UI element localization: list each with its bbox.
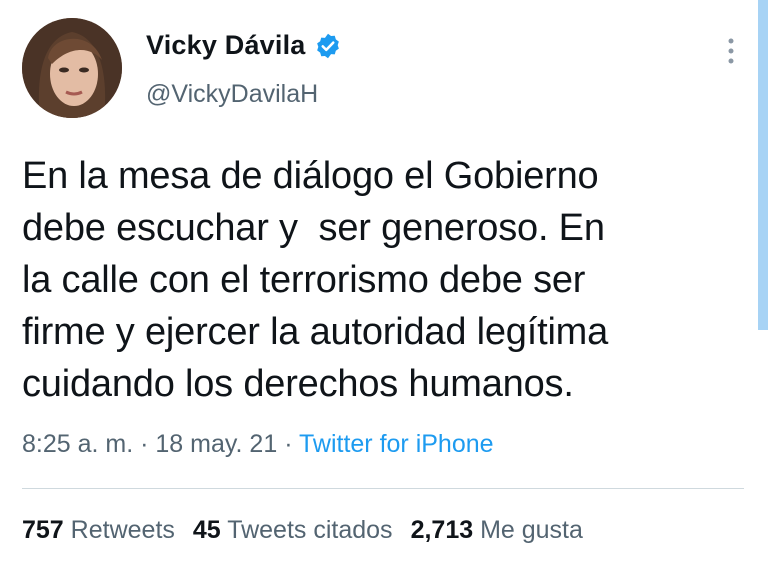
avatar[interactable] — [22, 18, 122, 118]
tweet-meta: 8:25 a. m. · 18 may. 21 · Twitter for iP… — [22, 430, 494, 459]
retweets-stat[interactable]: 757 Retweets — [22, 516, 175, 544]
likes-label: Me gusta — [480, 516, 583, 544]
quotes-count: 45 — [192, 516, 221, 544]
author-handle[interactable]: @VickyDavilaH — [146, 80, 318, 109]
author-name-row: Vicky Dávila — [146, 30, 342, 61]
retweets-count: 757 — [22, 516, 64, 544]
scrollbar[interactable] — [758, 0, 768, 330]
meta-separator: · — [140, 430, 149, 458]
more-options-icon[interactable] — [722, 36, 740, 66]
meta-separator: · — [284, 430, 293, 458]
tweet-card: Vicky Dávila @VickyDavilaH En la mesa de… — [0, 0, 768, 570]
tweet-time[interactable]: 8:25 a. m. — [22, 430, 133, 458]
likes-count: 2,713 — [410, 516, 474, 544]
verified-badge-icon — [314, 32, 342, 60]
tweet-source-link[interactable]: Twitter for iPhone — [299, 430, 494, 458]
divider — [22, 488, 744, 489]
tweet-stats: 757 Retweets 45 Tweets citados 2,713 Me gu… — [22, 516, 583, 545]
avatar-portrait-icon — [22, 18, 122, 118]
quotes-label: Tweets citados — [227, 516, 393, 544]
retweets-label: Retweets — [70, 516, 175, 544]
author-display-name[interactable]: Vicky Dávila — [146, 30, 306, 61]
quotes-stat[interactable]: 45 Tweets citados — [193, 516, 393, 544]
tweet-date[interactable]: 18 may. 21 — [155, 430, 277, 458]
tweet-text: En la mesa de diálogo el Gobierno debe e… — [22, 155, 609, 405]
likes-stat[interactable]: 2,713 Me gusta — [411, 516, 583, 544]
